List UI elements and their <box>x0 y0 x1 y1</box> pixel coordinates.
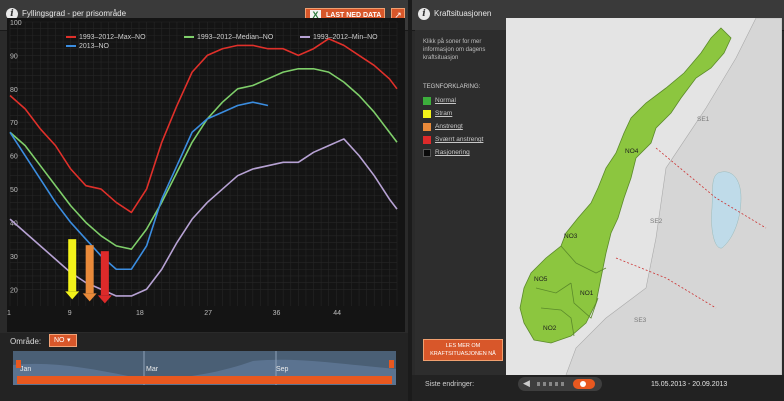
legend-anstrengt-label[interactable]: Anstrengt <box>435 123 463 130</box>
price-area-map[interactable]: NO4 NO3 NO5 NO1 NO2 SE1 SE2 SE3 <box>506 17 783 376</box>
omrade-label: Område: <box>10 337 42 346</box>
y-tick-label: 20 <box>10 287 18 294</box>
rasjonering-swatch <box>423 149 431 157</box>
legend-min: 1993–2012–Min–NO <box>300 34 378 41</box>
timeline-month-mar: Mar <box>146 366 159 373</box>
history-thumb[interactable] <box>573 379 595 389</box>
region-se3[interactable]: SE3 <box>634 317 646 324</box>
legend-median: 1993–2012–Median–NO <box>184 34 273 41</box>
filling-level-panel: i Fyllingsgrad - per prisområde X LAST N… <box>0 0 408 401</box>
omrade-select[interactable]: NO ▾ <box>49 334 77 347</box>
info-icon[interactable]: i <box>418 8 430 20</box>
x-tick-label: 27 <box>204 310 212 317</box>
timeline-month-jan: Jan <box>20 366 32 373</box>
range-handle-left[interactable] <box>16 360 21 368</box>
legend-heading: TEGNFORKLARING: <box>423 84 481 90</box>
legend-max-label: 1993–2012–Max–NO <box>79 34 146 41</box>
y-tick-label: 30 <box>10 254 18 261</box>
map-description: Klikk på soner for mer informasjon om da… <box>423 39 486 61</box>
read-more-line2: KRAFTSITUASJONEN NÅ <box>430 351 496 357</box>
thumb-dot <box>580 381 586 387</box>
x-tick-label: 1 <box>7 310 11 317</box>
legend-rasjonering-label[interactable]: Rasjonering <box>435 149 470 156</box>
region-se2[interactable]: SE2 <box>650 218 662 225</box>
read-more-line1: LES MER OM <box>445 343 481 349</box>
date-range: 15.05.2013 - 20.09.2013 <box>651 381 728 388</box>
anstrengt-swatch <box>423 123 431 131</box>
chart-area: 20 30 40 50 60 70 80 90 100 1 9 18 27 36 44 <box>7 18 405 332</box>
range-selection-bar[interactable] <box>17 376 392 384</box>
y-tick-label: 70 <box>10 120 18 127</box>
min-swatch <box>300 36 310 39</box>
legend-min-label: 1993–2012–Min–NO <box>313 34 378 41</box>
legend-current: 2013–NO <box>66 43 109 50</box>
last-changes-label: Siste endringer: <box>425 381 475 388</box>
median-swatch <box>184 36 194 39</box>
svaert-anstrengt-swatch <box>423 136 431 144</box>
x-tick-label: 18 <box>136 310 144 317</box>
normal-swatch <box>423 97 431 105</box>
y-tick-label: 100 <box>10 20 22 27</box>
region-no3[interactable]: NO3 <box>564 233 577 240</box>
y-tick-label: 50 <box>10 187 18 194</box>
region-se1[interactable]: SE1 <box>697 116 709 123</box>
history-slider[interactable]: ◀ <box>518 377 602 391</box>
y-tick-label: 40 <box>10 220 18 227</box>
status-arrow-2 <box>97 251 112 304</box>
read-more-button[interactable]: LES MER OM KRAFTSITUASJONEN NÅ <box>423 339 503 361</box>
region-no1[interactable]: NO1 <box>580 290 593 297</box>
filling-chart: 20 30 40 50 60 70 80 90 100 1 9 18 27 36 44 <box>7 20 398 317</box>
timeline-month-sep: Sep <box>276 366 289 373</box>
y-tick-label: 80 <box>10 87 18 94</box>
y-tick-label: 90 <box>10 53 18 60</box>
history-dots <box>537 382 567 386</box>
range-handle-right[interactable] <box>389 360 394 368</box>
status-arrow-1 <box>82 245 97 302</box>
legend-sidebar <box>415 30 509 375</box>
max-swatch <box>66 36 76 39</box>
legend-normal-label[interactable]: Normal <box>435 97 456 104</box>
panel-title: Fyllingsgrad - per prisområde <box>22 9 127 18</box>
legend-max: 1993–2012–Max–NO <box>66 34 146 41</box>
legend-median-label: 1993–2012–Median–NO <box>197 34 274 41</box>
x-tick-label: 44 <box>333 310 341 317</box>
current-swatch <box>66 45 76 48</box>
region-no2[interactable]: NO2 <box>543 325 556 332</box>
x-tick-label: 9 <box>68 310 72 317</box>
chevron-down-icon: ▾ <box>67 337 71 344</box>
legend-svaert-anstrengt-label[interactable]: Sværrt anstrengt <box>435 136 483 143</box>
legend-stram-label[interactable]: Stram <box>435 110 452 117</box>
omrade-value: NO <box>54 337 65 344</box>
series-line-1 <box>9 67 398 250</box>
right-panel-title: Kraftsituasjonen <box>434 9 492 18</box>
legend-current-label: 2013–NO <box>79 43 109 50</box>
region-no4[interactable]: NO4 <box>625 148 638 155</box>
stram-swatch <box>423 110 431 118</box>
region-no5[interactable]: NO5 <box>534 276 547 283</box>
chevron-left-icon[interactable]: ◀ <box>523 378 530 389</box>
y-tick-label: 60 <box>10 154 18 161</box>
x-tick-label: 36 <box>273 310 281 317</box>
